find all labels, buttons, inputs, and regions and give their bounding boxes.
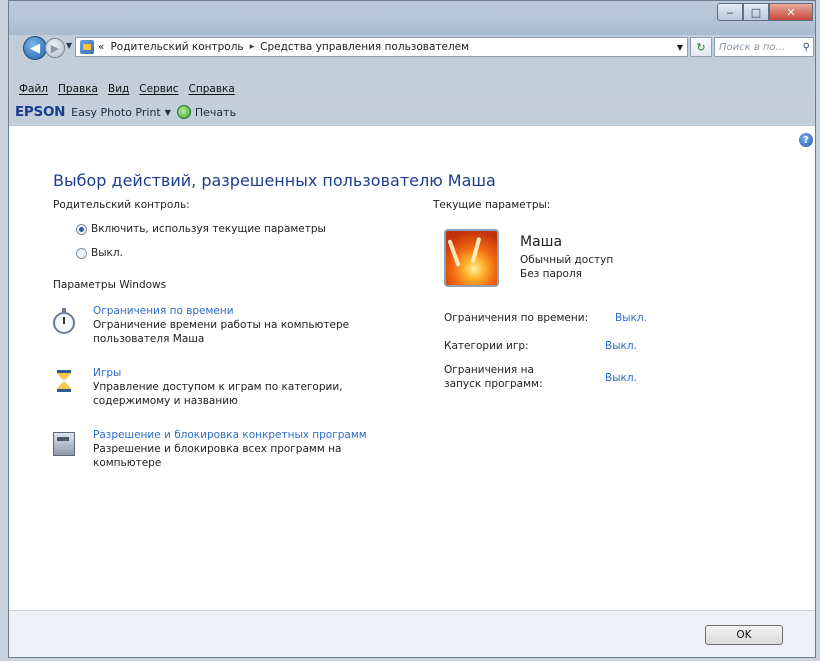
help-icon[interactable]: ? [799, 133, 813, 147]
current-params-label: Текущие параметры: [433, 199, 551, 211]
ok-button[interactable]: OK [705, 625, 783, 645]
main-content: ? Выбор действий, разрешенных пользовате… [9, 125, 815, 611]
breadcrumb-separator-icon[interactable]: ▸ [250, 42, 255, 52]
program-block-desc-1: Разрешение и блокировка всех программ на [93, 443, 342, 455]
games-desc-1: Управление доступом к играм по категории… [93, 381, 343, 393]
program-block-link[interactable]: Разрешение и блокировка конкретных прогр… [93, 428, 393, 442]
time-limits-link[interactable]: Ограничения по времени [93, 304, 393, 318]
parental-control-label: Родительский контроль: [53, 199, 190, 211]
close-button[interactable]: ✕ [769, 3, 813, 21]
menu-file[interactable]: Файл [19, 83, 48, 101]
user-password-status: Без пароля [520, 268, 583, 280]
menu-edit[interactable]: Правка [58, 83, 98, 101]
address-bar[interactable]: « Родительский контроль ▸ Средства управ… [75, 37, 688, 57]
user-avatar [444, 229, 499, 287]
search-icon[interactable]: ⚲ [803, 42, 810, 53]
setting-time-limits-label: Ограничения по времени: [444, 312, 589, 324]
setting-game-categories-label: Категории игр: [444, 340, 529, 352]
time-limits-desc-1: Ограничение времени работы на компьютере [93, 319, 350, 331]
control-panel-icon [80, 40, 94, 54]
breadcrumb-user-controls[interactable]: Средства управления пользователем [260, 41, 469, 53]
radio-enable[interactable]: Включить, используя текущие параметры [76, 223, 326, 235]
breadcrumb-overflow[interactable]: « [98, 41, 104, 53]
dialog-footer: OK [9, 610, 815, 657]
address-dropdown-icon[interactable]: ▼ [677, 43, 683, 52]
print-icon [176, 105, 191, 119]
forward-button[interactable]: ▶ [45, 38, 65, 58]
time-limits-desc-2: пользователя Маша [93, 333, 205, 345]
search-input[interactable]: Поиск в по... ⚲ [714, 37, 814, 57]
title-bar: ‒ □ ✕ [9, 1, 815, 35]
search-placeholder: Поиск в по... [719, 41, 786, 53]
navigation-bar: ◀ ▶ ▼ « Родительский контроль ▸ Средства… [9, 35, 815, 61]
setting-program-limits-label-1: Ограничения на [444, 364, 534, 376]
epson-toolbar: EPSON Easy Photo Print ▼ Печать [9, 102, 815, 122]
setting-time-limits-value[interactable]: Выкл. [615, 312, 647, 324]
page-title: Выбор действий, разрешенных пользователю… [53, 171, 496, 190]
user-name: Маша [520, 234, 563, 250]
hourglass-icon [53, 370, 77, 396]
back-button[interactable]: ◀ [23, 36, 47, 60]
caption-buttons: ‒ □ ✕ [717, 3, 813, 21]
radio-off-label[interactable]: Выкл. [91, 247, 123, 259]
radio-selected-icon[interactable] [76, 223, 87, 235]
epson-logo: EPSON [15, 104, 66, 120]
refresh-button[interactable]: ↻ [690, 37, 712, 57]
games-desc-2: содержимому и названию [93, 395, 238, 407]
setting-program-limits-label-2: запуск программ: [444, 378, 543, 390]
print-button[interactable]: Печать [195, 106, 236, 119]
program-block-icon [53, 432, 77, 458]
user-account-type: Обычный доступ [520, 254, 614, 266]
chevron-down-icon[interactable]: ▼ [165, 108, 171, 117]
games-link[interactable]: Игры [93, 366, 393, 380]
easy-photo-print-button[interactable]: Easy Photo Print [71, 106, 161, 119]
menu-view[interactable]: Вид [108, 83, 129, 101]
stopwatch-icon [53, 308, 77, 334]
menu-bar: Файл Правка Вид Сервис Справка [9, 83, 815, 101]
program-block-desc-2: компьютере [93, 457, 162, 469]
minimize-button[interactable]: ‒ [717, 3, 743, 21]
recent-pages-dropdown[interactable]: ▼ [66, 41, 72, 50]
windows-params-label: Параметры Windows [53, 279, 167, 291]
radio-enable-label[interactable]: Включить, используя текущие параметры [91, 223, 326, 235]
radio-off[interactable]: Выкл. [76, 247, 123, 259]
menu-tools[interactable]: Сервис [139, 83, 178, 101]
menu-help[interactable]: Справка [189, 83, 235, 101]
setting-program-limits-value[interactable]: Выкл. [605, 372, 637, 384]
radio-unselected-icon[interactable] [76, 247, 87, 259]
breadcrumb-parental-control[interactable]: Родительский контроль [110, 41, 243, 53]
control-panel-window: ‒ □ ✕ ◀ ▶ ▼ « Родительский контроль ▸ Ср… [8, 0, 816, 658]
setting-game-categories-value[interactable]: Выкл. [605, 340, 637, 352]
maximize-button[interactable]: □ [743, 3, 769, 21]
